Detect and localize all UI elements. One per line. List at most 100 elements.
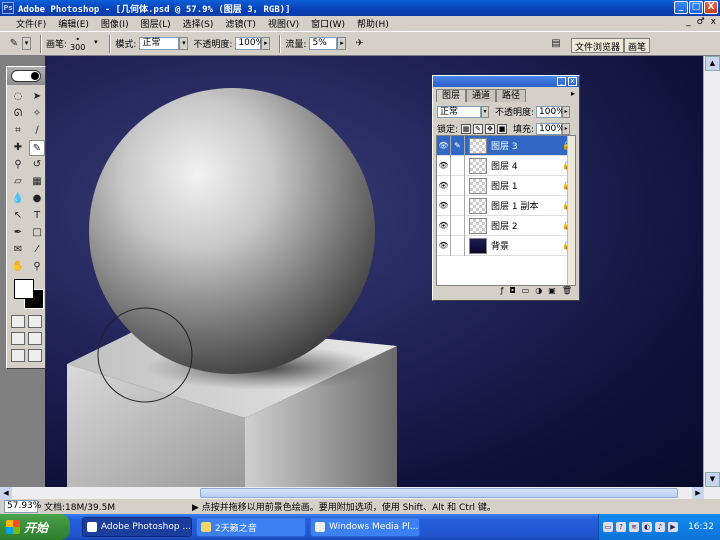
link-slot[interactable] xyxy=(451,175,465,196)
fill-slider-button[interactable]: ▸ xyxy=(562,122,571,135)
tab-channels[interactable]: 通道 xyxy=(466,89,497,102)
eraser-tool-icon[interactable]: ▱ xyxy=(10,174,26,190)
pen-tool-icon[interactable]: ✒ xyxy=(10,225,26,241)
palette-close-button[interactable]: x xyxy=(568,77,577,86)
layer-style-icon[interactable]: ƒ xyxy=(501,286,504,298)
new-set-icon[interactable]: ▭ xyxy=(522,286,530,298)
layer-row-layer-1[interactable]: 👁 图层 1 🔒 xyxy=(437,175,575,196)
move-tool-icon[interactable]: ➤ xyxy=(29,89,45,105)
visibility-eye-icon[interactable]: 👁 xyxy=(437,136,451,156)
flow-slider-button[interactable]: ▸ xyxy=(337,37,347,50)
lock-all-icon[interactable]: ■ xyxy=(497,123,508,134)
scroll-left-arrow-icon[interactable]: ◀ xyxy=(0,487,12,499)
menu-window[interactable]: 窗口(W) xyxy=(305,17,351,30)
network-icon[interactable]: ≋ xyxy=(629,522,639,532)
clone-stamp-tool-icon[interactable]: ⚲ xyxy=(10,157,26,173)
vertical-scrollbar[interactable]: ▲ ▼ xyxy=(703,56,720,487)
link-slot[interactable] xyxy=(451,195,465,216)
visibility-eye-icon[interactable]: 👁 xyxy=(437,155,451,176)
media-icon[interactable]: ▶ xyxy=(668,522,678,532)
type-tool-icon[interactable]: T xyxy=(29,208,45,224)
task-folder[interactable]: 2天籁之音 xyxy=(196,517,306,537)
menu-help[interactable]: 帮助(H) xyxy=(351,17,395,30)
zoom-field[interactable]: 57.93% xyxy=(4,500,41,513)
toolbox-header[interactable] xyxy=(7,67,45,85)
blur-tool-icon[interactable]: 💧 xyxy=(10,191,26,207)
palette-well-icon[interactable]: ▤ xyxy=(548,36,564,52)
tab-layers[interactable]: 图层 xyxy=(436,89,467,102)
standard-mode-icon[interactable] xyxy=(11,315,25,328)
menu-layer[interactable]: 图层(L) xyxy=(135,17,177,30)
close-button[interactable]: X xyxy=(704,1,718,14)
minimize-button[interactable]: _ xyxy=(674,1,688,14)
airbrush-icon[interactable]: ✈ xyxy=(351,36,367,52)
jump-to-imageready-icon[interactable] xyxy=(11,349,25,362)
menu-filter[interactable]: 滤镜(T) xyxy=(219,17,262,30)
marquee-tool-icon[interactable]: ◌ xyxy=(10,89,26,105)
hand-tool-icon[interactable]: ✋ xyxy=(10,259,26,275)
blend-mode-dropdown[interactable]: ▾ xyxy=(481,105,489,118)
clock[interactable]: 16:32 xyxy=(688,522,714,532)
new-layer-icon[interactable]: ▣ xyxy=(548,286,556,298)
brush-edit-icon[interactable]: ✎ xyxy=(451,136,465,156)
doc-close-button[interactable]: x xyxy=(711,17,716,27)
scroll-up-arrow-icon[interactable]: ▲ xyxy=(705,56,720,71)
eyedropper-tool-icon[interactable]: ⁄ xyxy=(29,242,45,258)
link-slot[interactable] xyxy=(451,215,465,236)
brush-tool-preset-icon[interactable]: ✎ xyxy=(6,36,22,52)
tab-brushes[interactable]: 画笔 xyxy=(624,38,651,53)
brush-tool-icon[interactable]: ✎ xyxy=(29,140,45,156)
layer-row-background[interactable]: 👁 背景 🔒 xyxy=(437,235,575,256)
task-media-player[interactable]: Windows Media Pl... xyxy=(310,517,420,537)
layers-palette-titlebar[interactable]: _ x xyxy=(433,76,579,87)
visibility-eye-icon[interactable]: 👁 xyxy=(437,215,451,236)
full-screen-mode-icon[interactable] xyxy=(28,349,42,362)
opacity-input[interactable]: 100% xyxy=(235,37,264,50)
blend-mode-select[interactable]: 正常 xyxy=(437,105,481,118)
mode-dropdown[interactable]: ▾ xyxy=(179,37,189,50)
notes-tool-icon[interactable]: ✉ xyxy=(10,242,26,258)
healing-brush-tool-icon[interactable]: ✚ xyxy=(10,140,26,156)
menu-view[interactable]: 视图(V) xyxy=(262,17,305,30)
help-icon[interactable]: ? xyxy=(616,522,626,532)
fill-input[interactable]: 100% xyxy=(536,122,565,135)
menu-select[interactable]: 选择(S) xyxy=(177,17,220,30)
menu-edit[interactable]: 编辑(E) xyxy=(52,17,95,30)
doc-restore-button[interactable]: ♂ xyxy=(697,17,705,27)
menu-image[interactable]: 图像(I) xyxy=(95,17,135,30)
horizontal-scroll-thumb[interactable] xyxy=(200,488,678,498)
brush-picker[interactable]: • 300 xyxy=(70,35,85,52)
gradient-tool-icon[interactable]: ▦ xyxy=(29,174,45,190)
slice-tool-icon[interactable]: ∕ xyxy=(29,123,45,139)
layer-row-layer-2[interactable]: 👁 图层 2 🔒 xyxy=(437,215,575,236)
menu-file[interactable]: 文件(F) xyxy=(10,17,52,30)
link-slot[interactable] xyxy=(451,155,465,176)
layer-opacity-slider-button[interactable]: ▸ xyxy=(562,105,571,118)
photoshop-app-icon[interactable]: Ps xyxy=(2,2,14,14)
volume-icon[interactable]: ♪ xyxy=(655,522,665,532)
foreground-color-swatch[interactable] xyxy=(14,279,34,299)
layer-opacity-input[interactable]: 100% xyxy=(536,105,565,118)
maximize-button[interactable]: □ xyxy=(689,1,703,14)
link-slot[interactable] xyxy=(451,235,465,256)
dodge-tool-icon[interactable]: ● xyxy=(29,191,45,207)
mode-select[interactable]: 正常 xyxy=(139,37,180,50)
scroll-right-arrow-icon[interactable]: ▶ xyxy=(692,487,704,499)
doc-minimize-button[interactable]: _ xyxy=(686,17,691,27)
zoom-tool-icon[interactable]: ⚲ xyxy=(29,259,45,275)
tab-file-browser[interactable]: 文件浏览器 xyxy=(571,38,625,53)
task-photoshop[interactable]: Adobe Photoshop ... xyxy=(82,517,192,537)
flow-input[interactable]: 5% xyxy=(309,37,338,50)
palette-minimize-button[interactable]: _ xyxy=(557,77,566,86)
horizontal-scrollbar[interactable]: ◀ ▶ xyxy=(0,487,720,499)
magic-wand-tool-icon[interactable]: ✧ xyxy=(29,106,45,122)
brush-picker-dropdown[interactable]: ▾ xyxy=(91,37,100,50)
standard-screen-mode-icon[interactable] xyxy=(11,332,25,345)
scroll-down-arrow-icon[interactable]: ▼ xyxy=(705,472,720,487)
visibility-eye-icon[interactable]: 👁 xyxy=(437,175,451,196)
path-selection-tool-icon[interactable]: ↖ xyxy=(10,208,26,224)
opacity-slider-button[interactable]: ▸ xyxy=(261,37,271,50)
doc-size-info[interactable]: 文档:18M/39.5M xyxy=(44,500,192,513)
tool-preset-dropdown[interactable]: ▾ xyxy=(22,37,31,50)
add-mask-icon[interactable]: ◘ xyxy=(509,286,515,298)
